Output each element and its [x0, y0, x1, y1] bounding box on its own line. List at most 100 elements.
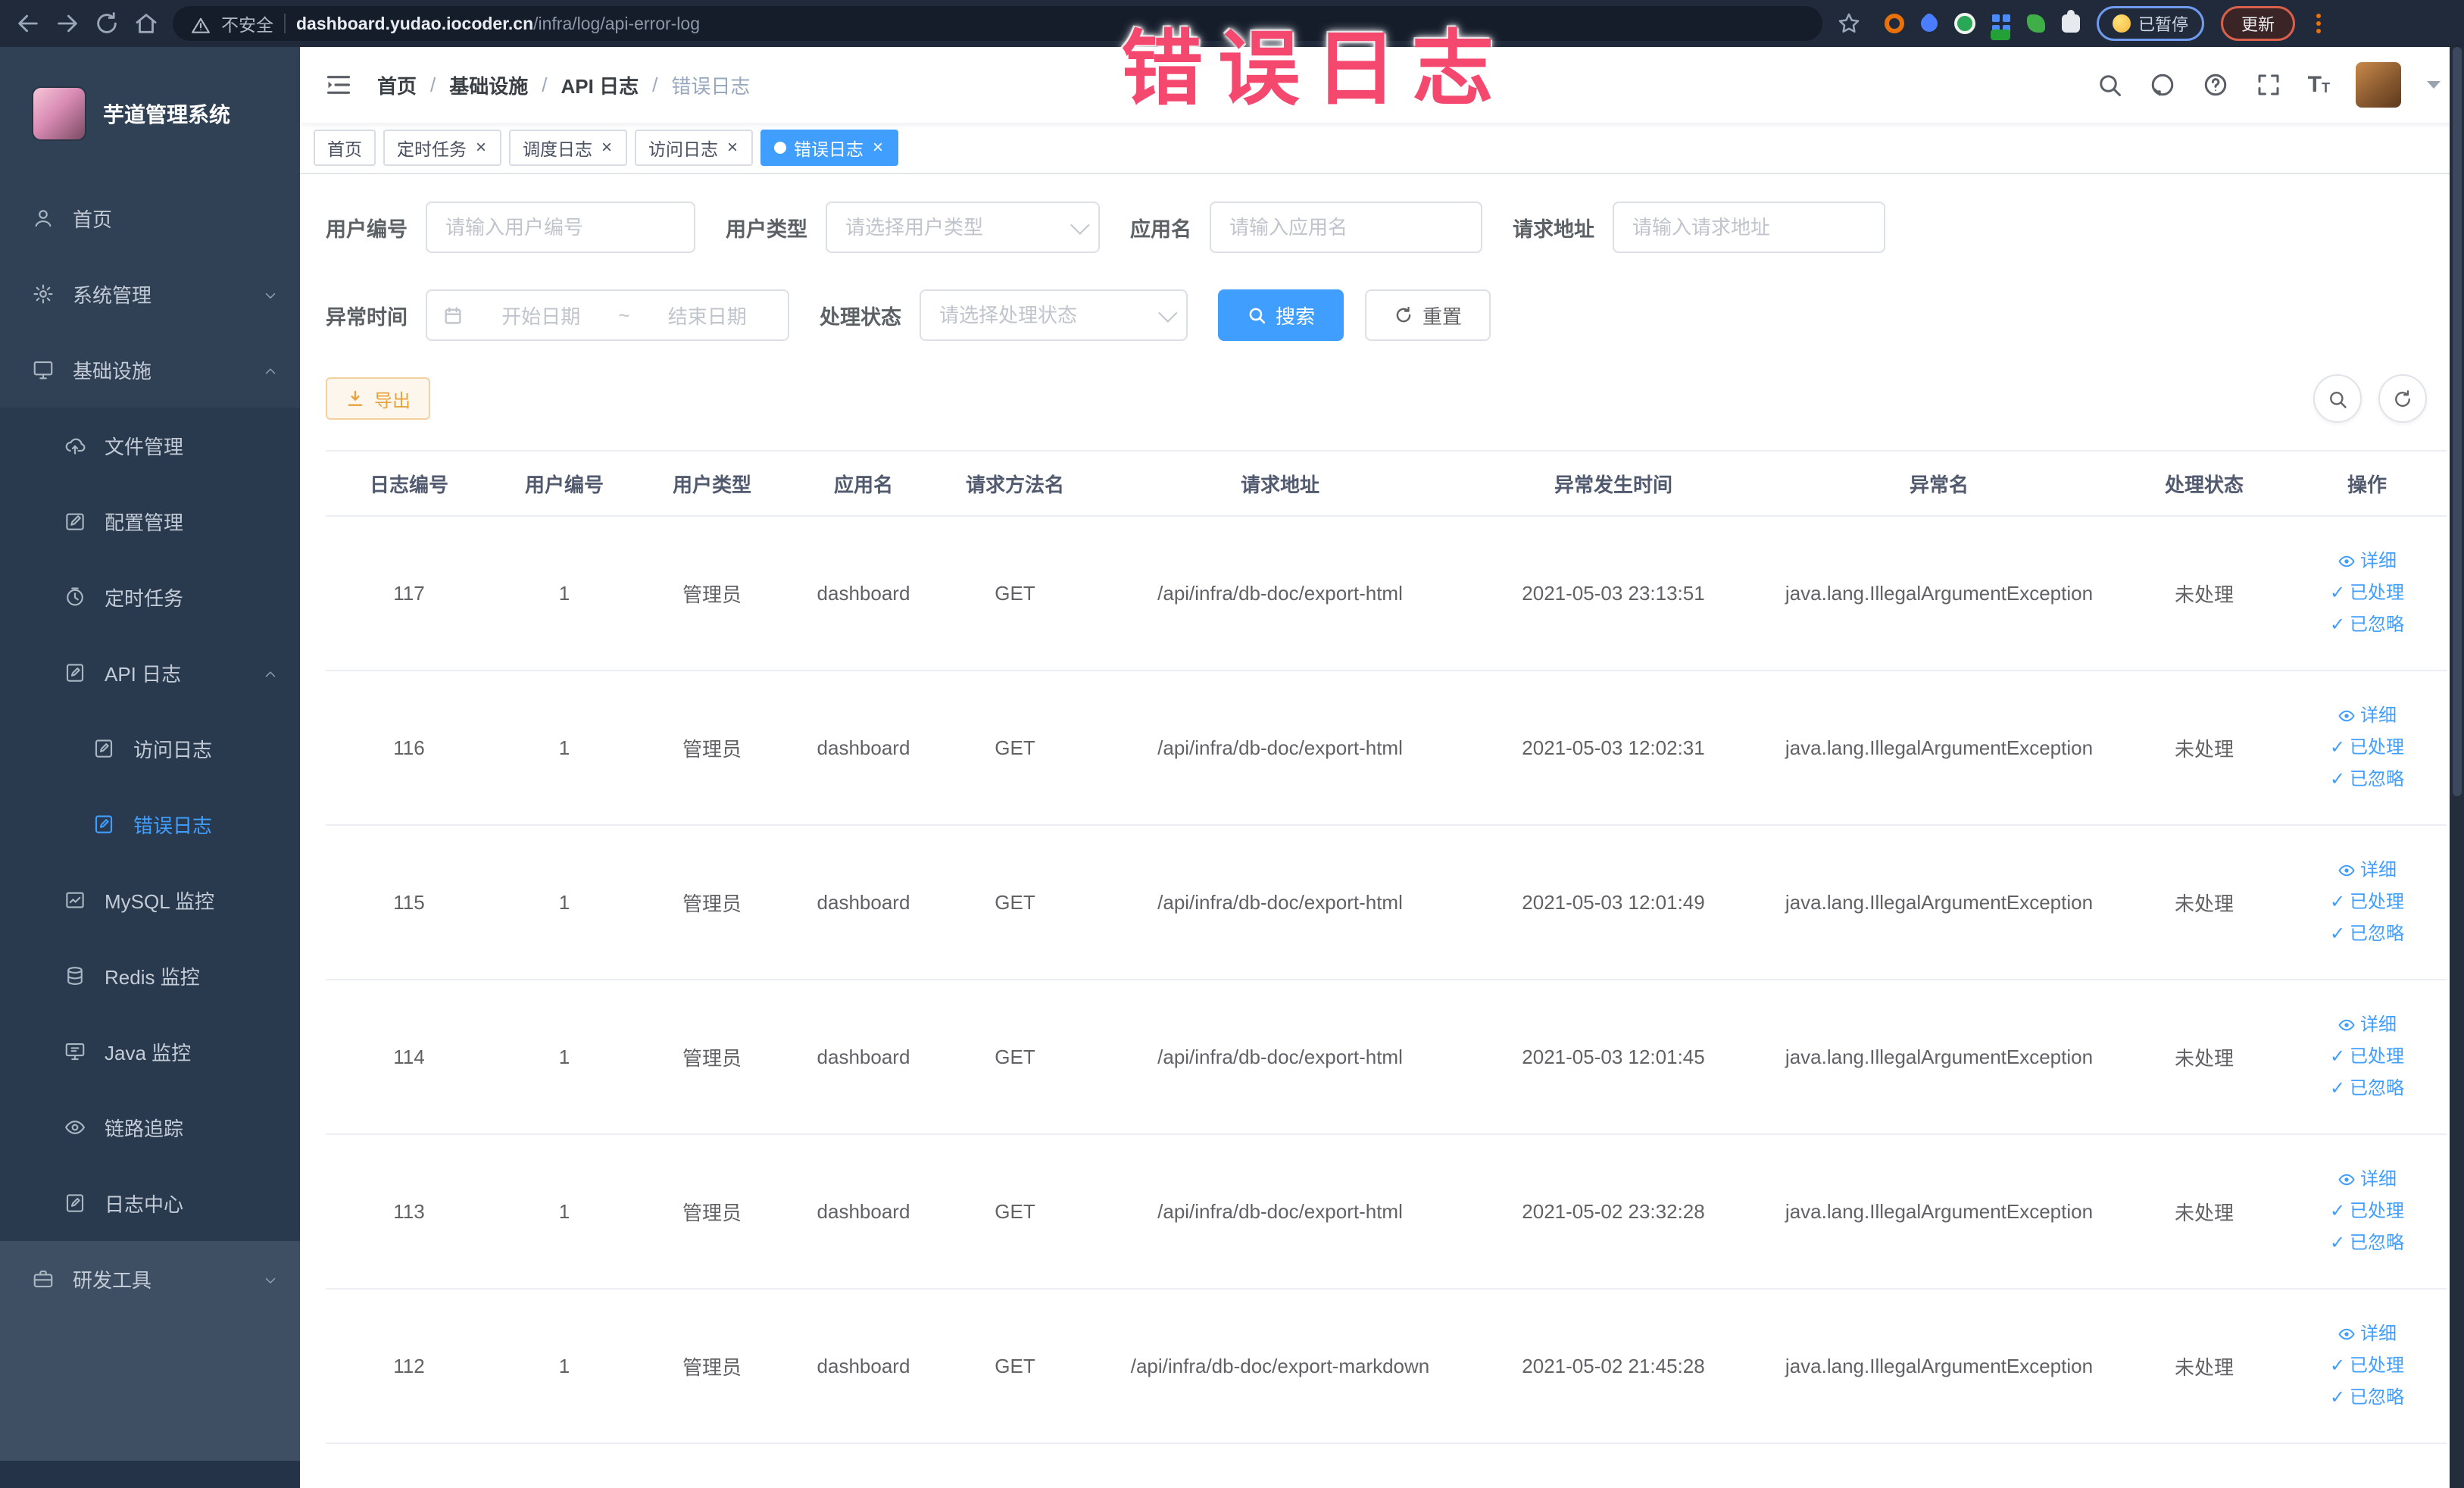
- mark-processed-link[interactable]: ✓ 已处理: [2294, 886, 2441, 918]
- mark-processed-link[interactable]: ✓ 已处理: [2294, 1041, 2441, 1073]
- extension-orange-icon[interactable]: [1885, 14, 1904, 33]
- reset-button[interactable]: 重置: [1365, 289, 1491, 341]
- sidebar-toggle-icon[interactable]: [324, 70, 353, 99]
- processed-label: 已处理: [2350, 1046, 2405, 1067]
- tab-调度日志[interactable]: 调度日志 ×: [509, 130, 628, 166]
- mark-ignored-link[interactable]: ✓ 已忽略: [2294, 609, 2441, 641]
- address-bar[interactable]: 不安全 dashboard.yudao.iocoder.cn/infra/log…: [173, 6, 1822, 41]
- paused-badge[interactable]: 已暂停: [2097, 6, 2205, 41]
- breadcrumb-separator: /: [652, 73, 658, 96]
- forward-icon[interactable]: [55, 11, 80, 36]
- sidebar-item-java[interactable]: Java 监控: [0, 1014, 300, 1089]
- sidebar-item-access-log[interactable]: 访问日志: [0, 711, 300, 786]
- refresh-icon: [1394, 305, 1413, 325]
- table-cell: 管理员: [636, 980, 788, 1135]
- mark-ignored-link[interactable]: ✓ 已忽略: [2294, 1073, 2441, 1105]
- sidebar-item-file[interactable]: 文件管理: [0, 408, 300, 483]
- sidebar-item-label: Redis 监控: [105, 965, 200, 989]
- user-type-select[interactable]: [826, 202, 1100, 253]
- export-button[interactable]: 导出: [326, 377, 430, 420]
- table-row: 115 1 管理员 dashboard GET/api/infra/db-doc/exp…: [326, 825, 2447, 980]
- show-search-button[interactable]: [2313, 374, 2362, 423]
- home-icon[interactable]: [133, 11, 159, 36]
- detail-link[interactable]: 详细: [2294, 1318, 2441, 1350]
- sidebar-item-trace[interactable]: 链路追踪: [0, 1089, 300, 1165]
- table-cell: /api/infra/db-doc/export-html: [1091, 825, 1469, 980]
- page-url: dashboard.yudao.iocoder.cn/infra/log/api…: [296, 13, 700, 33]
- mark-ignored-link[interactable]: ✓ 已忽略: [2294, 764, 2441, 796]
- sidebar-item-mysql[interactable]: MySQL 监控: [0, 862, 300, 938]
- breadcrumb-item[interactable]: 首页: [377, 71, 417, 99]
- sidebar-item-system[interactable]: 系统管理: [0, 256, 300, 332]
- fullscreen-icon[interactable]: [2255, 71, 2282, 98]
- update-button[interactable]: 更新: [2221, 6, 2296, 41]
- detail-link[interactable]: 详细: [2294, 1009, 2441, 1041]
- ignored-label: 已忽略: [2350, 1078, 2405, 1099]
- table-cell: GET: [939, 825, 1091, 980]
- extensions-puzzle-icon[interactable]: [2062, 10, 2080, 33]
- tab-首页[interactable]: 首页: [314, 130, 376, 166]
- eye-icon: [2338, 861, 2356, 880]
- user-avatar[interactable]: [2356, 62, 2401, 108]
- check-icon: ✓: [2329, 1233, 2346, 1253]
- user-menu-caret-icon[interactable]: [2427, 81, 2441, 89]
- mark-processed-link[interactable]: ✓ 已处理: [2294, 1196, 2441, 1227]
- active-dot-icon: [774, 142, 787, 154]
- process-status-select[interactable]: [920, 289, 1188, 341]
- github-icon[interactable]: [2149, 71, 2176, 98]
- detail-link[interactable]: 详细: [2294, 545, 2441, 577]
- request-url-input[interactable]: [1613, 202, 1885, 253]
- breadcrumb-item[interactable]: 基础设施: [449, 71, 528, 99]
- sidebar-item-home[interactable]: 首页: [0, 180, 300, 256]
- extension-blue-icon[interactable]: [1917, 11, 1941, 36]
- breadcrumb-item[interactable]: API 日志: [561, 71, 639, 99]
- refresh-table-button[interactable]: [2378, 374, 2427, 423]
- security-label[interactable]: 不安全: [221, 11, 273, 36]
- close-tab-icon[interactable]: ×: [600, 139, 614, 157]
- tab-label: 定时任务: [397, 139, 467, 159]
- user-id-input[interactable]: [426, 202, 695, 253]
- close-tab-icon[interactable]: ×: [726, 139, 739, 157]
- search-icon: [1247, 305, 1266, 325]
- tab-active-错误日志[interactable]: 错误日志 ×: [760, 130, 899, 166]
- app-name-input[interactable]: [1210, 202, 1482, 253]
- mark-processed-link[interactable]: ✓ 已处理: [2294, 1350, 2441, 1382]
- page-scrollbar[interactable]: [2450, 47, 2464, 1488]
- extension-leaf-icon[interactable]: [2027, 14, 2045, 33]
- detail-link[interactable]: 详细: [2294, 855, 2441, 886]
- mark-ignored-link[interactable]: ✓ 已忽略: [2294, 918, 2441, 950]
- help-icon[interactable]: [2202, 71, 2229, 98]
- sidebar-item-api-log[interactable]: API 日志: [0, 635, 300, 711]
- close-tab-icon[interactable]: ×: [871, 139, 885, 157]
- mark-processed-link[interactable]: ✓ 已处理: [2294, 732, 2441, 764]
- chevron-up-icon: [262, 664, 279, 681]
- app-logo-row[interactable]: 芋道管理系统: [0, 47, 300, 180]
- mark-ignored-link[interactable]: ✓ 已忽略: [2294, 1227, 2441, 1259]
- tab-定时任务[interactable]: 定时任务 ×: [383, 130, 502, 166]
- date-range-picker[interactable]: 开始日期 ~ 结束日期: [426, 289, 789, 341]
- font-size-icon[interactable]: TT: [2308, 73, 2330, 96]
- browser-menu-icon[interactable]: [2312, 14, 2325, 33]
- sidebar-item-infra[interactable]: 基础设施: [0, 332, 300, 408]
- close-tab-icon[interactable]: ×: [474, 139, 488, 157]
- extension-green-icon[interactable]: [1954, 13, 1975, 34]
- reload-icon[interactable]: [94, 11, 120, 36]
- search-button[interactable]: 搜索: [1218, 289, 1344, 341]
- mark-processed-link[interactable]: ✓ 已处理: [2294, 577, 2441, 609]
- bookmark-star-icon[interactable]: [1836, 11, 1862, 36]
- sidebar-item-error-log[interactable]: 错误日志: [0, 786, 300, 862]
- tab-访问日志[interactable]: 访问日志 ×: [635, 130, 754, 166]
- detail-link[interactable]: 详细: [2294, 1164, 2441, 1196]
- sidebar-item-devtools[interactable]: 研发工具: [0, 1241, 300, 1317]
- back-icon[interactable]: [15, 11, 41, 36]
- sidebar-item-job[interactable]: 定时任务: [0, 559, 300, 635]
- sidebar-item-log-center[interactable]: 日志中心: [0, 1165, 300, 1241]
- chevron-down-icon: [262, 1271, 279, 1287]
- sidebar-item-redis[interactable]: Redis 监控: [0, 938, 300, 1014]
- search-icon[interactable]: [2096, 71, 2123, 98]
- sidebar-item-config[interactable]: 配置管理: [0, 483, 300, 559]
- detail-link[interactable]: 详细: [2294, 700, 2441, 732]
- check-icon: ✓: [2329, 1355, 2346, 1376]
- mark-ignored-link[interactable]: ✓ 已忽略: [2294, 1382, 2441, 1414]
- extension-grid-icon[interactable]: [1991, 14, 2010, 40]
